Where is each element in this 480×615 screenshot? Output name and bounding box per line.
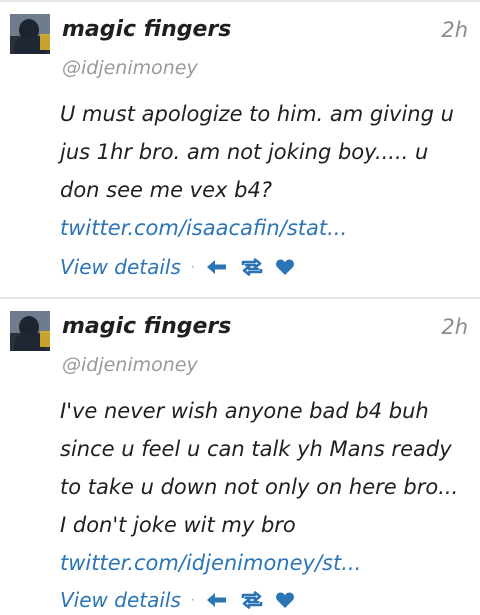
- retweet-icon[interactable]: [239, 258, 265, 276]
- reply-icon[interactable]: [205, 258, 229, 276]
- user-handle[interactable]: @idjenimoney: [62, 57, 198, 79]
- tweet-body: U must apologize to him. am giving u jus…: [60, 102, 454, 202]
- tweet-link[interactable]: twitter.com/idjenimoney/st...: [60, 551, 361, 575]
- tweet-item[interactable]: magic fingers 2h @idjenimoney I've never…: [0, 297, 480, 612]
- avatar[interactable]: [10, 311, 50, 351]
- timestamp: 2h: [441, 18, 468, 42]
- user-name[interactable]: magic fingers: [62, 314, 231, 339]
- tweet-text: I've never wish anyone bad b4 buh since …: [60, 392, 466, 582]
- separator-dot: ·: [190, 260, 195, 274]
- timestamp: 2h: [441, 315, 468, 339]
- reply-icon[interactable]: [205, 591, 229, 609]
- tweet-actions: View details ·: [60, 585, 295, 615]
- user-name[interactable]: magic fingers: [62, 17, 231, 42]
- view-details-link[interactable]: View details: [60, 588, 181, 612]
- tweet-body: I've never wish anyone bad b4 buh since …: [60, 399, 459, 537]
- tweet-actions: View details ·: [60, 252, 295, 282]
- tweet-link[interactable]: twitter.com/isaacafin/stat...: [60, 216, 347, 240]
- tweet-item[interactable]: magic fingers 2h @idjenimoney U must apo…: [0, 2, 480, 297]
- avatar[interactable]: [10, 14, 50, 54]
- retweet-icon[interactable]: [239, 591, 265, 609]
- user-handle[interactable]: @idjenimoney: [62, 354, 198, 376]
- heart-icon[interactable]: [275, 258, 295, 276]
- tweet-text: U must apologize to him. am giving u jus…: [60, 95, 466, 247]
- view-details-link[interactable]: View details: [60, 255, 181, 279]
- separator-dot: ·: [190, 593, 195, 607]
- heart-icon[interactable]: [275, 591, 295, 609]
